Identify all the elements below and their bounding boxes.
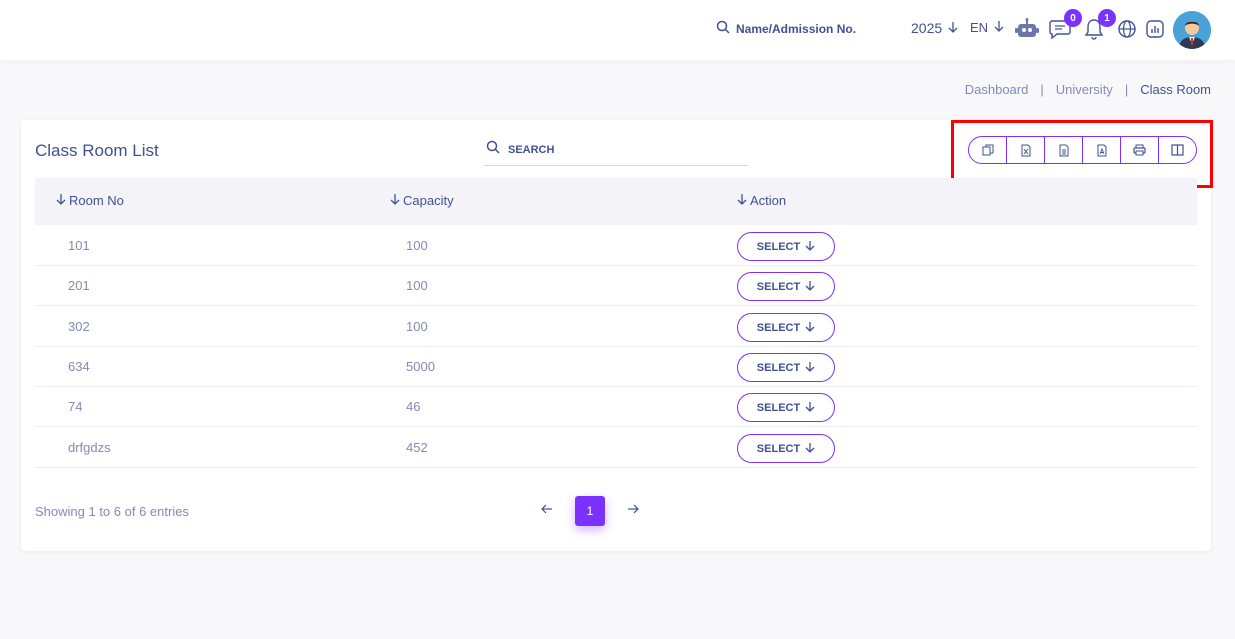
capacity-cell: 5000 — [406, 359, 435, 374]
print-icon[interactable] — [1121, 137, 1159, 163]
arrow-left-icon — [541, 502, 553, 520]
breadcrumb-separator: | — [1040, 82, 1044, 97]
breadcrumb-dashboard[interactable]: Dashboard — [965, 82, 1029, 97]
select-button-label: SELECT — [756, 361, 801, 374]
table-search[interactable] — [484, 134, 748, 166]
chevron-down-icon — [994, 20, 1004, 35]
select-button[interactable]: SELECT — [737, 393, 835, 422]
academic-year-selector[interactable]: 2025 — [911, 20, 958, 36]
chevron-down-icon — [948, 20, 958, 36]
room-no-cell: 101 — [68, 238, 90, 253]
capacity-cell: 100 — [406, 238, 428, 253]
chevron-down-icon — [805, 280, 815, 294]
chevron-down-icon — [805, 240, 815, 254]
chart-icon[interactable] — [1143, 17, 1167, 41]
breadcrumb-university[interactable]: University — [1056, 82, 1113, 97]
room-no-cell: 634 — [68, 359, 90, 374]
select-button-label: SELECT — [756, 401, 801, 414]
notification-badge: 1 — [1098, 9, 1116, 27]
columns-icon[interactable] — [1159, 137, 1196, 163]
next-page-button[interactable] — [623, 501, 643, 521]
capacity-cell: 100 — [406, 319, 428, 334]
select-button-label: SELECT — [756, 442, 801, 455]
sort-arrow-icon — [736, 193, 748, 208]
chevron-down-icon — [805, 321, 815, 335]
column-header-label: Room No — [69, 193, 124, 208]
student-search[interactable]: Name/Admission No. — [716, 20, 856, 37]
language-selector[interactable]: EN — [970, 20, 1004, 35]
entries-info: Showing 1 to 6 of 6 entries — [35, 504, 189, 519]
user-avatar[interactable] — [1173, 11, 1211, 49]
copy-icon[interactable] — [969, 137, 1007, 163]
capacity-cell: 100 — [406, 278, 428, 293]
search-icon — [486, 140, 500, 159]
chevron-down-icon — [805, 401, 815, 415]
chat-badge: 0 — [1064, 9, 1082, 27]
column-header-action[interactable]: Action — [736, 193, 786, 208]
capacity-cell: 452 — [406, 440, 428, 455]
chat-icon[interactable]: 0 — [1048, 9, 1082, 41]
column-header-label: Action — [750, 193, 787, 208]
table-row: 634 5000 SELECT — [35, 347, 1197, 387]
select-button[interactable]: SELECT — [737, 272, 835, 301]
bell-icon[interactable]: 1 — [1082, 9, 1116, 41]
room-no-cell: drfgdzs — [68, 440, 111, 455]
top-navbar: Name/Admission No. 2025 EN 0 1 — [0, 0, 1235, 60]
column-header-room-no[interactable]: Room No — [55, 193, 124, 208]
column-header-capacity[interactable]: Capacity — [389, 193, 454, 208]
page-title: Class Room List — [35, 141, 159, 160]
column-header-label: Capacity — [403, 193, 454, 208]
table-header: Room No Capacity Action — [35, 178, 1197, 225]
select-button[interactable]: SELECT — [737, 353, 835, 382]
select-button[interactable]: SELECT — [737, 313, 835, 342]
table-row: 74 46 SELECT — [35, 387, 1197, 427]
room-no-cell: 201 — [68, 278, 90, 293]
academic-year-value: 2025 — [911, 20, 943, 36]
select-button[interactable]: SELECT — [737, 232, 835, 261]
capacity-cell: 46 — [406, 399, 421, 414]
room-no-cell: 302 — [68, 319, 90, 334]
table-row: drfgdzs 452 SELECT — [35, 428, 1197, 468]
pdf-icon[interactable] — [1083, 137, 1121, 163]
table-row: 302 100 SELECT — [35, 307, 1197, 347]
select-button-label: SELECT — [756, 321, 801, 334]
search-input[interactable] — [508, 143, 728, 156]
page-number-button[interactable]: 1 — [575, 496, 605, 526]
arrow-right-icon — [627, 502, 639, 520]
previous-page-button[interactable] — [537, 501, 557, 521]
room-no-cell: 74 — [68, 399, 83, 414]
breadcrumb-separator: | — [1124, 82, 1129, 97]
breadcrumb: Dashboard | University | Class Room — [965, 82, 1211, 97]
breadcrumb-class-room: Class Room — [1140, 82, 1211, 97]
select-button-label: SELECT — [756, 240, 801, 253]
search-icon — [716, 20, 730, 37]
csv-icon[interactable] — [1045, 137, 1083, 163]
globe-icon[interactable] — [1115, 17, 1139, 41]
chevron-down-icon — [805, 361, 815, 375]
pagination: 1 — [537, 496, 643, 526]
export-button-group — [968, 136, 1197, 164]
table-row: 201 100 SELECT — [35, 266, 1197, 306]
language-value: EN — [970, 20, 989, 35]
sort-arrow-icon — [55, 193, 67, 208]
excel-icon[interactable] — [1007, 137, 1045, 163]
select-button-label: SELECT — [756, 280, 801, 293]
select-button[interactable]: SELECT — [737, 434, 835, 463]
robot-icon[interactable] — [1015, 17, 1039, 41]
chevron-down-icon — [805, 442, 815, 456]
student-search-placeholder[interactable]: Name/Admission No. — [736, 22, 856, 36]
table-row: 101 100 SELECT — [35, 226, 1197, 266]
class-room-card: Class Room List Room No — [21, 120, 1213, 551]
sort-arrow-icon — [389, 193, 401, 208]
